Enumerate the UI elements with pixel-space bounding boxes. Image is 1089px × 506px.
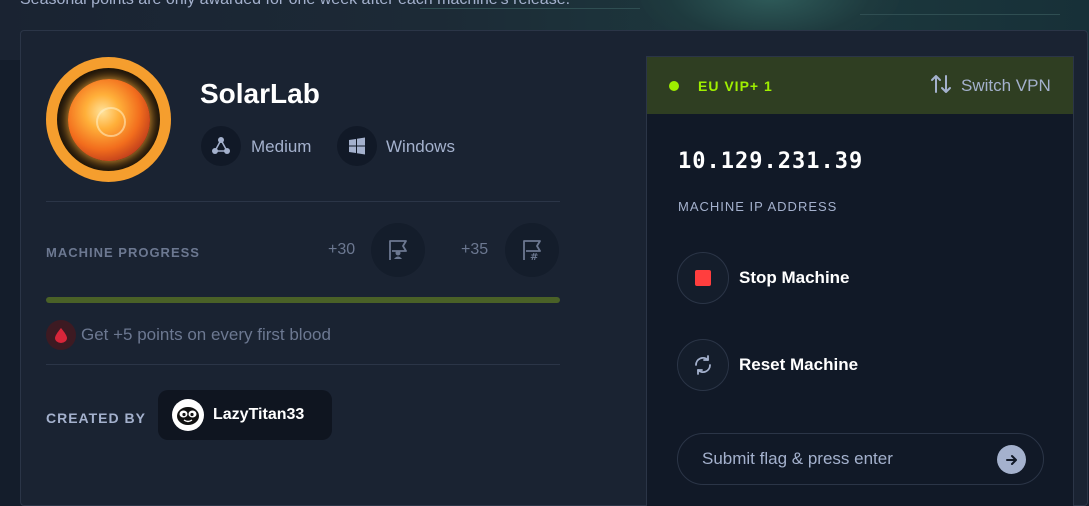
machine-progress-bar xyxy=(46,297,560,303)
machine-logo-inner xyxy=(57,68,160,171)
root-points: +35 xyxy=(461,241,489,258)
vpn-status-dot xyxy=(669,81,679,91)
creator-chip[interactable]: LazyTitan33 xyxy=(158,390,332,440)
first-blood-text: Get +5 points on every first blood xyxy=(81,325,331,344)
difficulty-label: Medium xyxy=(251,137,312,156)
banner-line xyxy=(860,14,1060,15)
flag-submit-field[interactable] xyxy=(677,433,1044,485)
vpn-bar: EU VIP+ 1 Switch VPN xyxy=(647,57,1073,114)
root-flag-icon[interactable]: # xyxy=(505,223,559,277)
machine-progress-label: MACHINE PROGRESS xyxy=(46,245,200,260)
switch-vpn-label: Switch VPN xyxy=(961,76,1051,95)
switch-vpn-button[interactable]: Switch VPN xyxy=(929,72,1051,100)
user-points: +30 xyxy=(328,241,356,258)
arrow-right-icon[interactable] xyxy=(997,445,1026,474)
difficulty-nodes-icon xyxy=(201,126,241,166)
sun-icon xyxy=(67,78,150,161)
stop-icon xyxy=(677,252,729,304)
seasonal-notice: Seasonal points are only awarded for one… xyxy=(20,0,570,9)
flag-input[interactable] xyxy=(702,434,992,484)
os-label: Windows xyxy=(386,137,455,156)
divider xyxy=(46,201,560,202)
reset-icon xyxy=(677,339,729,391)
machine-ip[interactable]: 10.129.231.39 xyxy=(678,149,863,174)
windows-icon xyxy=(337,126,377,166)
divider xyxy=(46,364,560,365)
stop-machine-label: Stop Machine xyxy=(739,268,850,287)
creator-name: LazyTitan33 xyxy=(213,406,305,423)
reset-machine-button[interactable]: Reset Machine xyxy=(677,339,858,391)
machine-logo xyxy=(46,57,171,182)
user-flag-icon[interactable] xyxy=(371,223,425,277)
reset-machine-label: Reset Machine xyxy=(739,355,859,374)
switch-arrows-icon xyxy=(929,72,953,101)
created-by-label: CREATED BY xyxy=(46,410,146,426)
svg-text:#: # xyxy=(530,252,538,262)
blood-drop-icon xyxy=(46,320,76,350)
machine-ip-label: MACHINE IP ADDRESS xyxy=(678,199,838,214)
machine-name: SolarLab xyxy=(200,78,320,109)
vpn-server-name: EU VIP+ 1 xyxy=(698,78,773,94)
machine-control-panel: EU VIP+ 1 Switch VPN 10.129.231.39 MACHI… xyxy=(646,56,1074,506)
avatar xyxy=(172,399,204,431)
stop-machine-button[interactable]: Stop Machine xyxy=(677,252,850,304)
